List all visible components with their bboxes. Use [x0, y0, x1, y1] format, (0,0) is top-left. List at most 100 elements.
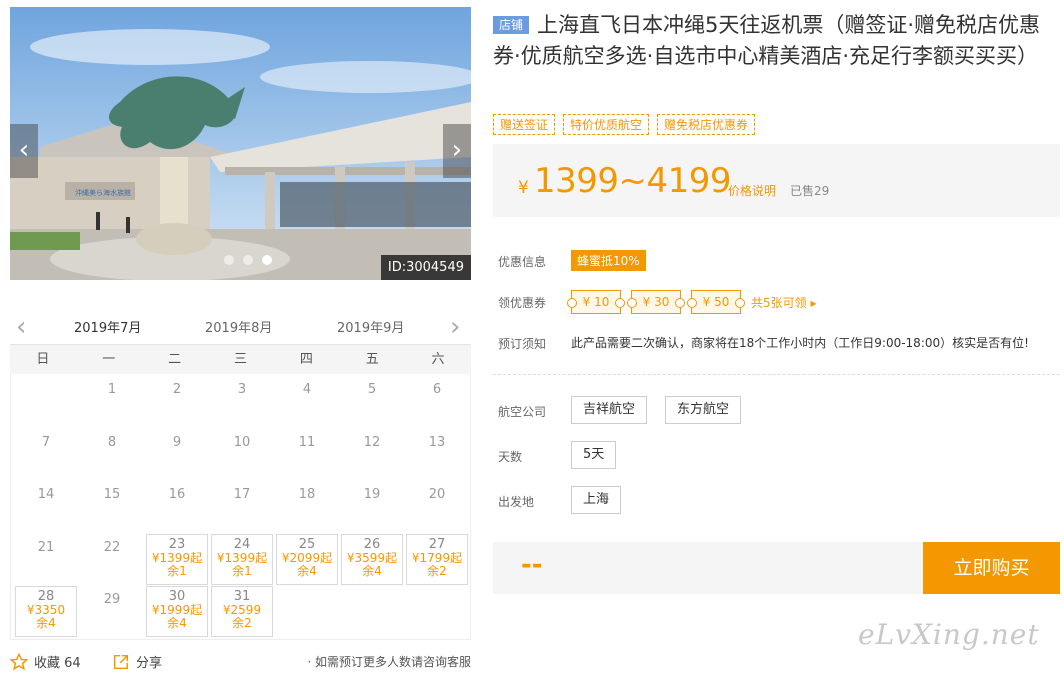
- departure-label: 出发地: [498, 495, 535, 509]
- calendar-day-stock: 余2: [427, 564, 447, 578]
- calendar-prev-month-icon[interactable]: ‹: [16, 312, 26, 342]
- calendar-day-number: 9: [172, 435, 182, 450]
- tab-month-september[interactable]: 2019年9月: [337, 317, 404, 336]
- calendar-day-number: 24: [233, 537, 251, 552]
- calendar-day-number: 2: [172, 382, 182, 397]
- calendar-day-stock: 余1: [167, 564, 187, 578]
- calendar-day: 9: [146, 429, 208, 480]
- gallery-next-button[interactable]: ›: [443, 124, 471, 178]
- calendar-day-available[interactable]: 23 ¥1399起 余1: [146, 534, 208, 585]
- calendar-day: 16: [146, 481, 208, 532]
- airline-option-eastern[interactable]: 东方航空: [665, 396, 742, 424]
- aquarium-photo: 沖縄美ら海水族館: [10, 7, 471, 280]
- coupon-30[interactable]: ¥ 30: [627, 290, 685, 314]
- calendar-day-number: 7: [41, 435, 51, 450]
- product-image-gallery[interactable]: 沖縄美ら海水族館 ‹ › ID:3004549: [10, 7, 471, 280]
- calendar-day-stock: 余2: [232, 616, 252, 630]
- coupon-10[interactable]: ¥ 10: [567, 290, 625, 314]
- calendar-day-available[interactable]: 25 ¥2099起 余4: [276, 534, 338, 585]
- calendar-day: 18: [276, 481, 338, 532]
- calendar-day-number: 29: [103, 592, 121, 607]
- tag-dutyfree-coupon: 赠免税店优惠券: [657, 114, 756, 135]
- coupon-50[interactable]: ¥ 50: [687, 290, 745, 314]
- weekday-wed: 三: [233, 352, 247, 367]
- coupon-more-link[interactable]: 共5张可领 ▸: [751, 294, 816, 311]
- calendar-day: 6: [406, 376, 468, 427]
- calendar-day-number: 25: [298, 537, 316, 552]
- gallery-dot[interactable]: [224, 255, 234, 265]
- calendar-day: 11: [276, 429, 338, 480]
- footer-actions: 收藏 64 分享 · 如需预订更多人数请咨询客服: [10, 651, 471, 671]
- image-id-label: ID:3004549: [380, 255, 471, 280]
- calendar-day-number: 12: [363, 435, 381, 450]
- more-people-note: · 如需预订更多人数请咨询客服: [307, 655, 471, 669]
- shop-badge[interactable]: 店铺: [493, 16, 530, 34]
- price-panel: ¥ 1399~4199 价格说明 已售29: [493, 144, 1060, 217]
- calendar-day-number: 14: [37, 487, 55, 502]
- calendar-next-month-icon[interactable]: ›: [450, 312, 460, 342]
- calendar-day-number: 4: [302, 382, 312, 397]
- calendar-day-number: 22: [103, 540, 121, 555]
- gallery-dot-active[interactable]: [262, 255, 272, 265]
- weekday-thu: 四: [299, 352, 313, 367]
- price-range: 1399~4199: [534, 161, 732, 201]
- calendar-day-available[interactable]: 30 ¥1999起 余4: [146, 586, 208, 637]
- calendar-day-stock: 余1: [232, 564, 252, 578]
- tab-month-july[interactable]: 2019年7月: [62, 317, 154, 347]
- calendar-day-number: 17: [233, 487, 251, 502]
- weekday-fri: 五: [365, 352, 379, 367]
- product-tags: 赠送签证 特价优质航空 赠免税店优惠券: [493, 114, 756, 135]
- calendar-day-number: 10: [233, 435, 251, 450]
- calendar-day: 2: [146, 376, 208, 427]
- calendar-day-number: 26: [363, 537, 381, 552]
- calendar-day-number: 30: [168, 589, 186, 604]
- airline-label: 航空公司: [498, 405, 547, 419]
- calendar-day-stock: 余4: [297, 564, 317, 578]
- calendar-day-available[interactable]: 26 ¥3599起 余4: [341, 534, 403, 585]
- weekday-mon: 一: [102, 352, 116, 367]
- calendar-day-number: 28: [37, 589, 55, 604]
- total-price-bar: --: [493, 542, 923, 594]
- product-title-text: 上海直飞日本冲绳5天往返机票（赠签证·赠免税店优惠券·优质航空多选·自选市中心精…: [493, 13, 1041, 68]
- calendar-day-available[interactable]: 24 ¥1399起 余1: [211, 534, 273, 585]
- calendar-day-available[interactable]: 27 ¥1799起 余2: [406, 534, 468, 585]
- price-explain-link[interactable]: 价格说明: [728, 182, 776, 199]
- calendar-day: 14: [15, 481, 77, 532]
- calendar-weekday-header: 日 一 二 三 四 五 六: [10, 345, 471, 374]
- days-option[interactable]: 5天: [571, 441, 617, 469]
- calendar-day: 5: [341, 376, 403, 427]
- promo-badge: 蜂蜜抵10%: [571, 250, 646, 271]
- coupon-list: ¥ 10 ¥ 30 ¥ 50 共5张可领 ▸: [567, 290, 816, 314]
- calendar-day-available[interactable]: 31 ¥2599 余2: [211, 586, 273, 637]
- calendar-day: 3: [211, 376, 273, 427]
- weekday-sun: 日: [36, 352, 50, 367]
- calendar-day-stock: 余4: [167, 616, 187, 630]
- calendar-month-tabs: ‹ 2019年7月 2019年8月 2019年9月 ›: [10, 309, 471, 347]
- buy-now-button[interactable]: 立即购买: [923, 542, 1060, 594]
- weekday-sat: 六: [431, 352, 445, 367]
- calendar-day-number: 8: [107, 435, 117, 450]
- calendar-day-available[interactable]: 28 ¥3350 余4: [15, 586, 77, 637]
- calendar-day: 29: [81, 586, 143, 637]
- gallery-dot[interactable]: [243, 255, 253, 265]
- weekday-tue: 二: [168, 352, 182, 367]
- gallery-prev-button[interactable]: ‹: [10, 124, 38, 178]
- calendar-day: 8: [81, 429, 143, 480]
- share-button[interactable]: 分享: [112, 652, 162, 671]
- days-label: 天数: [498, 450, 523, 464]
- airline-option-juneyao[interactable]: 吉祥航空: [571, 396, 648, 424]
- calendar-day: 15: [81, 481, 143, 532]
- gallery-dots: [224, 255, 272, 265]
- calendar-day: 19: [341, 481, 403, 532]
- tab-month-august[interactable]: 2019年8月: [205, 317, 272, 336]
- calendar-day-number: 5: [367, 382, 377, 397]
- calendar-day-stock: 余4: [36, 616, 56, 630]
- departure-option-shanghai[interactable]: 上海: [571, 486, 622, 514]
- share-icon: [113, 654, 129, 669]
- calendar-day: 7: [15, 429, 77, 480]
- favorite-button[interactable]: 收藏 64: [10, 652, 81, 671]
- calendar-day: 10: [211, 429, 273, 480]
- calendar-day-number: 27: [428, 537, 446, 552]
- calendar-day: 22: [81, 534, 143, 585]
- product-title: 店铺 上海直飞日本冲绳5天往返机票（赠签证·赠免税店优惠券·优质航空多选·自选市中…: [493, 10, 1058, 72]
